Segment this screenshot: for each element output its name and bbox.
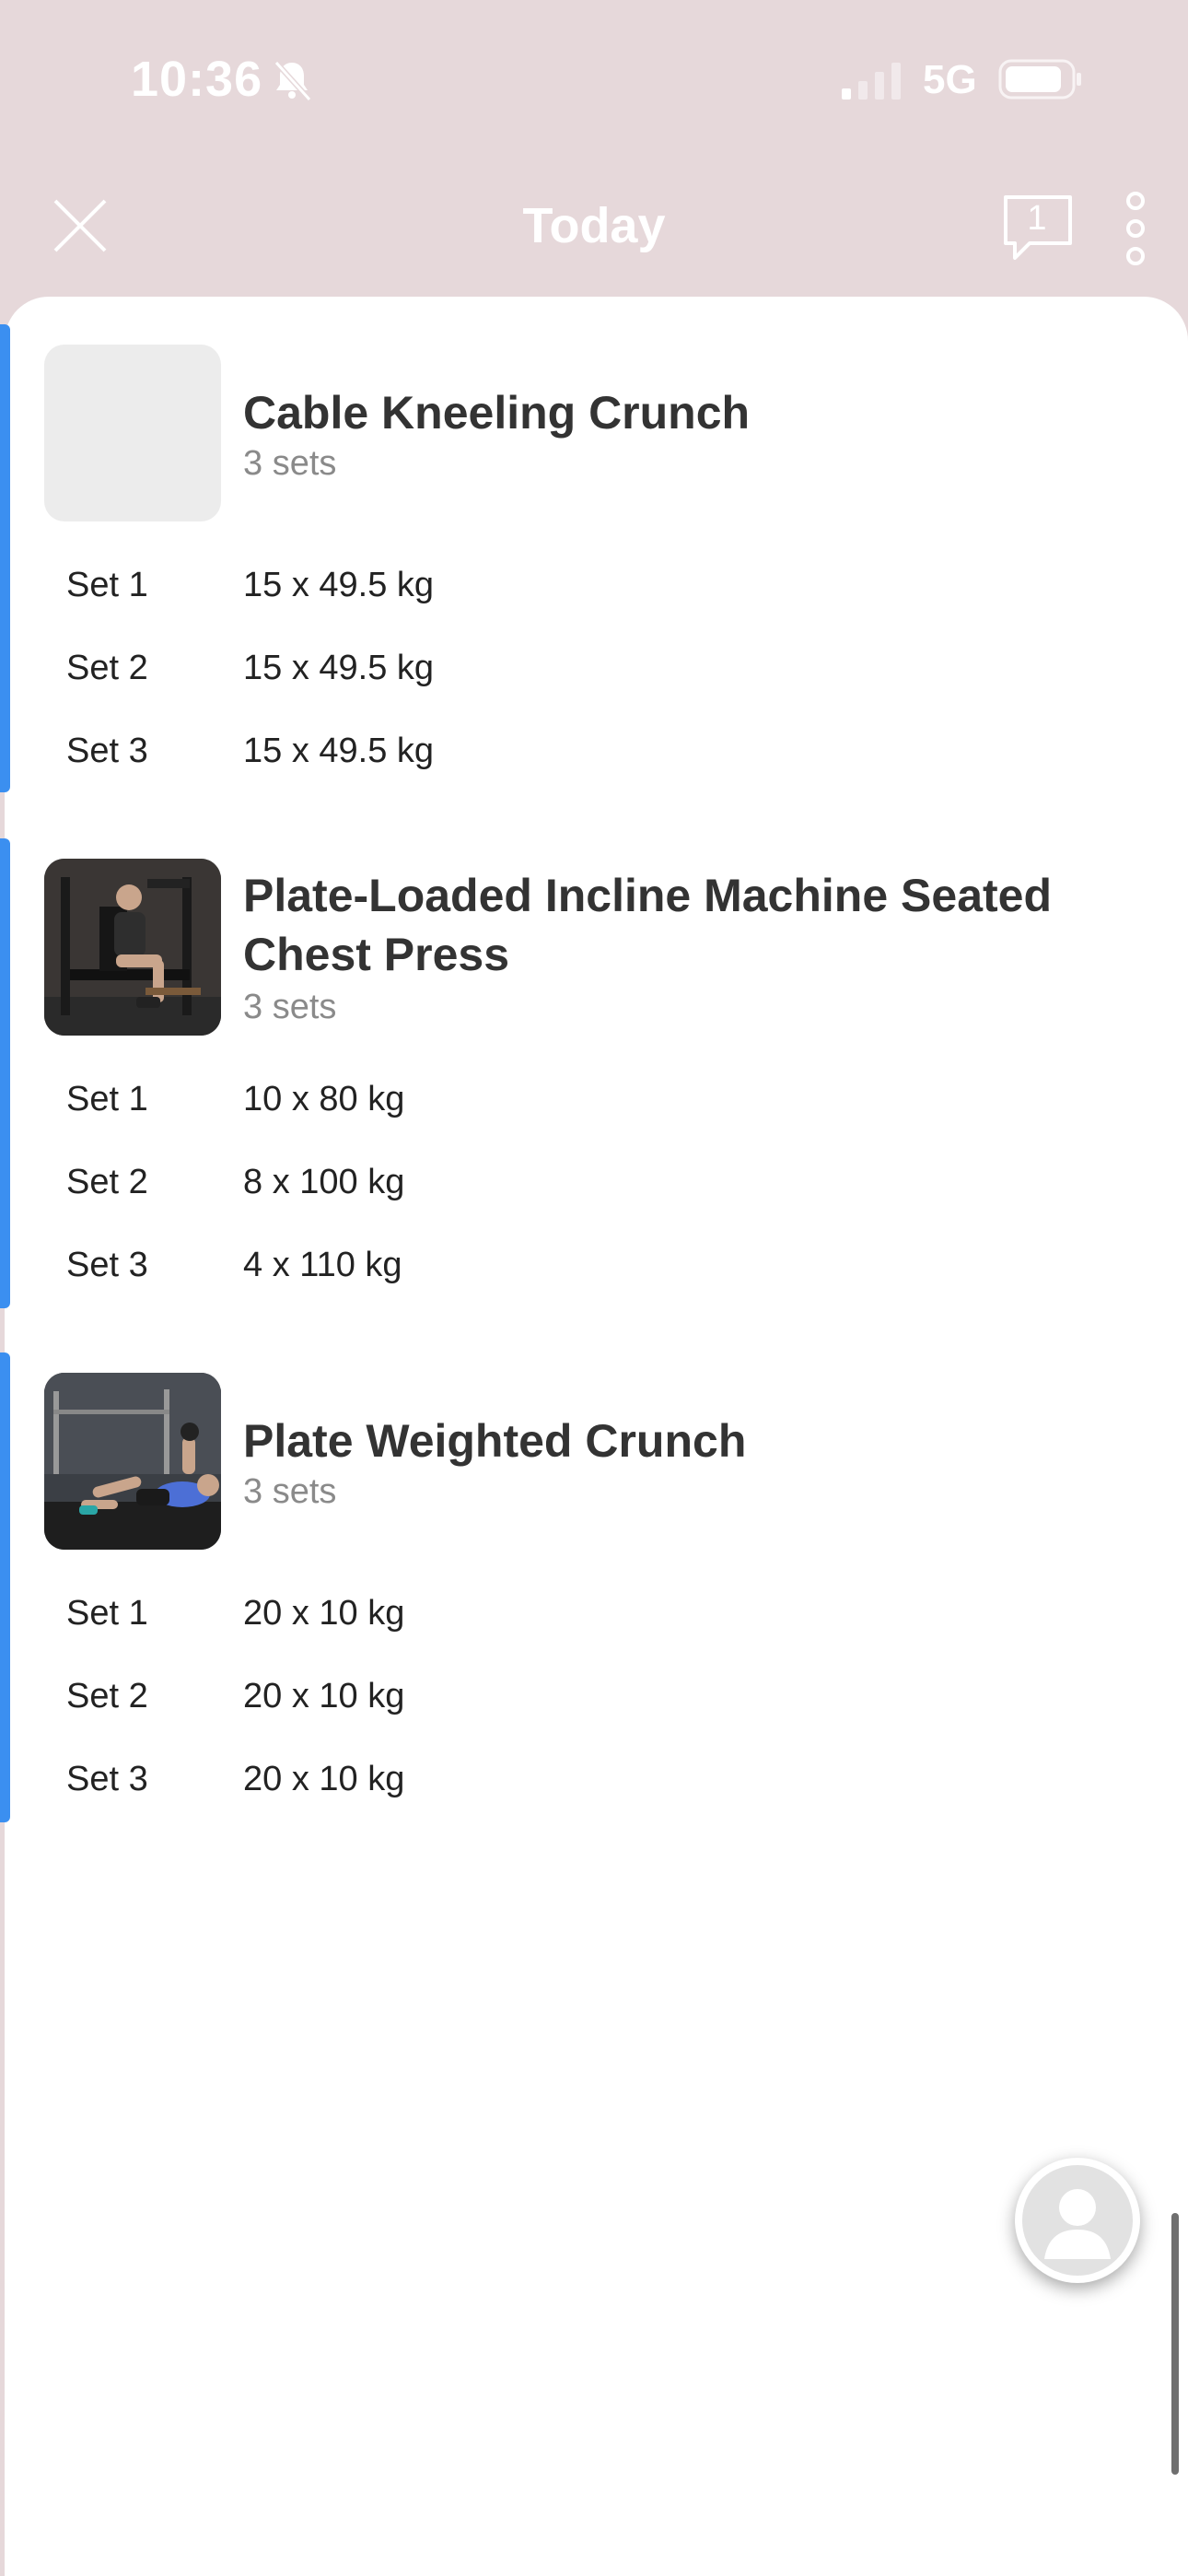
set-value: 20 x 10 kg [243,1760,405,1798]
signal-icon [842,63,901,100]
bell-slash-icon [274,60,312,102]
set-value: 15 x 49.5 kg [243,649,435,687]
set-value: 4 x 110 kg [243,1246,402,1284]
exercise-sets-count: 3 sets [243,444,337,483]
set-value: 20 x 10 kg [243,1677,405,1715]
exercise-card[interactable]: Plate Weighted Crunch 3 sets Set 1 20 x … [0,1352,1188,1822]
chest-press-machine-image [44,859,221,1036]
status-bar: 10:36 5G [0,0,1188,166]
exercise-accent-bar [0,838,10,1308]
scrollbar[interactable] [1171,2213,1179,2475]
exercise-title: Plate-Loaded Incline Machine Seated Ches… [243,870,1053,980]
exercise-title: Plate Weighted Crunch [243,1415,747,1467]
avatar-button[interactable] [1015,2158,1140,2283]
set-label: Set 2 [66,1677,148,1715]
comment-count-badge: 1 [1027,199,1047,238]
exercise-thumbnail [44,345,221,521]
exercise-card[interactable]: Cable Kneeling Crunch 3 sets Set 1 15 x … [0,324,1188,792]
set-label: Set 2 [66,649,148,687]
nav-header: Today 1 [0,166,1188,295]
set-label: Set 1 [66,1594,148,1633]
exercise-sets-count: 3 sets [243,1472,337,1511]
set-label: Set 3 [66,1246,148,1284]
exercise-thumbnail [44,1373,221,1550]
set-value: 8 x 100 kg [243,1163,405,1201]
set-label: Set 2 [66,1163,148,1201]
weighted-crunch-image [44,1373,221,1550]
battery-icon [998,59,1081,100]
exercise-accent-bar [0,324,10,792]
network-label: 5G [923,57,977,102]
set-value: 20 x 10 kg [243,1594,405,1633]
exercise-card[interactable]: Plate-Loaded Incline Machine Seated Ches… [0,838,1188,1308]
set-value: 10 x 80 kg [243,1080,405,1118]
exercise-accent-bar [0,1352,10,1822]
set-label: Set 1 [66,1080,148,1118]
more-vertical-icon[interactable] [1122,190,1149,267]
exercise-title: Cable Kneeling Crunch [243,387,751,439]
set-label: Set 3 [66,732,148,770]
exercise-sets-count: 3 sets [243,988,337,1026]
set-label: Set 1 [66,566,148,604]
set-value: 15 x 49.5 kg [243,732,435,770]
set-label: Set 3 [66,1760,148,1798]
status-time: 10:36 [131,52,263,107]
exercise-thumbnail [44,859,221,1036]
avatar-icon [1022,2165,1133,2276]
set-value: 15 x 49.5 kg [243,566,435,604]
